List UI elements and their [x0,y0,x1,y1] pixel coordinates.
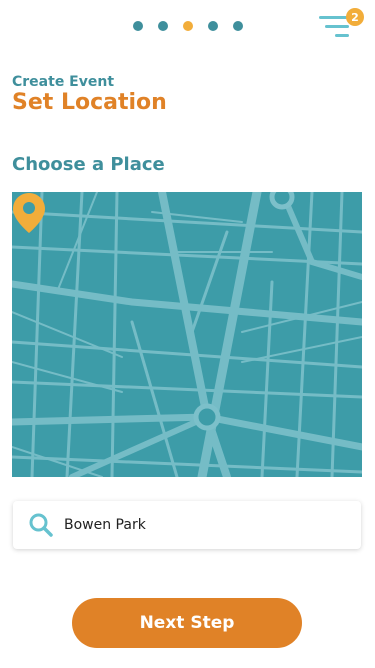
section-title: Choose a Place [12,154,165,175]
step-indicator [133,21,243,31]
next-step-button[interactable]: Next Step [72,598,302,648]
notification-badge: 2 [346,8,364,26]
step-dot-3-current[interactable] [183,21,193,31]
step-dot-5[interactable] [233,21,243,31]
step-dot-4[interactable] [208,21,218,31]
step-dot-1[interactable] [133,21,143,31]
page-eyebrow: Create Event [12,74,115,90]
menu-button[interactable]: 2 [313,6,364,46]
map-streets [12,192,362,477]
page-title: Set Location [12,90,167,115]
search-icon [29,513,53,537]
location-search-box[interactable] [13,501,361,549]
location-search-input[interactable] [62,516,346,534]
step-dot-2[interactable] [158,21,168,31]
location-pin-icon[interactable] [12,192,46,234]
location-map[interactable] [12,192,362,477]
